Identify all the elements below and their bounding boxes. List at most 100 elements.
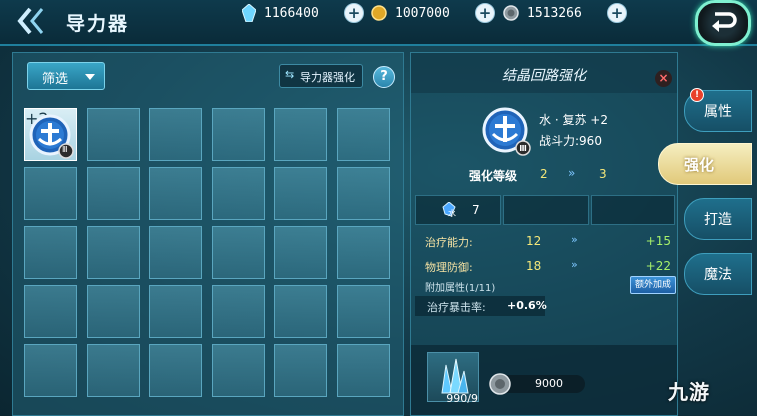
close-button[interactable]: ×	[655, 70, 672, 87]
inventory-slot[interactable]	[337, 108, 390, 161]
inventory-slot[interactable]	[24, 285, 77, 338]
watermark-text: 九游	[668, 380, 710, 404]
inventory-slot[interactable]	[212, 226, 265, 279]
add-silver-button[interactable]: +	[607, 3, 627, 23]
tab-label: 打造	[704, 212, 732, 228]
item-rank-tag: Ⅲ	[62, 145, 68, 154]
anchor-orb-icon	[29, 114, 74, 159]
inventory-slot[interactable]	[149, 285, 202, 338]
crystal-material[interactable]: 990/9	[427, 352, 479, 405]
inventory-slot[interactable]	[274, 167, 327, 220]
crystal-amount: 1166400	[264, 5, 319, 21]
return-button[interactable]	[695, 0, 751, 46]
item-power: 战斗力:960	[539, 134, 602, 148]
stat-label: 治疗能力:	[425, 236, 473, 249]
inventory-slot[interactable]	[337, 167, 390, 220]
inventory-slot[interactable]	[337, 344, 390, 397]
alert-badge: !	[690, 88, 704, 102]
heal-crit-row: 治疗暴击率: +0.6%	[415, 296, 547, 316]
stat-label: 物理防御:	[425, 261, 473, 274]
inventory-slot[interactable]	[149, 226, 202, 279]
silver-amount: 1513266	[527, 5, 582, 21]
add-crystal-button[interactable]: +	[344, 3, 364, 23]
help-button[interactable]: ?	[373, 66, 395, 88]
watermark-logo: 九游	[668, 376, 710, 405]
inventory-slot[interactable]	[24, 226, 77, 279]
cost-area: 990/9 9000	[411, 345, 677, 415]
tab-label: 属性	[704, 104, 732, 120]
double-chevron-icon: »	[568, 166, 576, 180]
filter-dropdown[interactable]: 筛选	[27, 62, 105, 90]
enhance-button[interactable]: ⇆ 导力器强化	[279, 64, 363, 88]
inventory-slot[interactable]	[274, 285, 327, 338]
material-slot-empty[interactable]	[591, 195, 675, 225]
silver-coin-icon	[503, 5, 519, 21]
stat-to: +22	[645, 259, 671, 273]
inventory-slot[interactable]	[149, 344, 202, 397]
inventory-slot[interactable]	[337, 285, 390, 338]
inventory-slot[interactable]	[87, 344, 140, 397]
enhance-panel-title: 结晶回路强化	[502, 68, 586, 84]
caret-down-icon	[85, 74, 95, 80]
heal-crit-value: +0.6%	[507, 299, 547, 312]
inventory-slot[interactable]	[87, 108, 140, 161]
cost-display: 9000	[489, 373, 585, 395]
top-bar: 导力器 1166400 + 1007000 + 1513266 +	[0, 0, 757, 46]
extra-bonus-button[interactable]: 额外加成	[630, 276, 676, 294]
inventory-slot[interactable]	[87, 285, 140, 338]
inventory-slot[interactable]	[212, 108, 265, 161]
enhance-level-label: 强化等级	[469, 169, 518, 183]
crystal-count: 990/9	[446, 392, 478, 405]
back-chevron-icon[interactable]	[16, 6, 56, 36]
enhance-level-row: 强化等级 2 » 3	[411, 164, 677, 190]
cost-value: 9000	[535, 377, 563, 390]
add-gold-button[interactable]: +	[475, 3, 495, 23]
tab-magic[interactable]: 魔法	[684, 253, 752, 295]
crystal-icon	[242, 4, 256, 22]
inventory-slot[interactable]	[337, 226, 390, 279]
tab-forge[interactable]: 打造	[684, 198, 752, 240]
inventory-slot[interactable]	[87, 226, 140, 279]
tab-enhance[interactable]: 强化	[658, 143, 752, 185]
enhance-level-to: 3	[599, 167, 607, 181]
filter-label: 筛选	[42, 72, 69, 87]
material-row: 水 7	[411, 195, 677, 225]
inventory-slot[interactable]	[212, 285, 265, 338]
inventory-slot[interactable]: +2 Ⅲ	[24, 108, 77, 161]
tab-label: 强化	[684, 156, 715, 174]
stat-from: 18	[526, 259, 542, 273]
gold-amount: 1007000	[395, 5, 450, 21]
inventory-slot[interactable]	[149, 108, 202, 161]
enhance-label: 导力器强化	[300, 71, 355, 84]
double-chevron-icon: »	[571, 233, 578, 246]
inventory-panel: 筛选 ⇆ 导力器强化 ? +2 Ⅲ	[12, 52, 404, 416]
resource-gold: 1007000 +	[371, 3, 495, 23]
inventory-slot[interactable]	[24, 344, 77, 397]
inventory-slot[interactable]	[274, 108, 327, 161]
swap-icon: ⇆	[285, 68, 295, 81]
page-title: 导力器	[66, 13, 130, 35]
material-count: 7	[472, 203, 480, 217]
inventory-slot[interactable]	[212, 167, 265, 220]
stat-to: +15	[645, 234, 671, 248]
inventory-slot[interactable]	[87, 167, 140, 220]
material-slot-empty[interactable]	[503, 195, 589, 225]
inventory-slot[interactable]	[274, 344, 327, 397]
material-element: 水	[448, 209, 456, 218]
material-slot[interactable]: 水 7	[415, 195, 501, 225]
extra-attributes-label: 附加属性(1/11)	[425, 283, 496, 294]
stat-row: 治疗能力: 12 » +15	[411, 230, 677, 252]
inventory-slot[interactable]	[212, 344, 265, 397]
enhance-panel: 结晶回路强化 × 水 · 复苏 +2 战斗力:960 强化等级 2 » 3 水 …	[410, 52, 678, 416]
item-name: 水 · 复苏 +2	[539, 113, 608, 127]
tab-attributes[interactable]: 属性 !	[684, 88, 752, 132]
inventory-slot[interactable]	[149, 167, 202, 220]
silver-coin-icon	[489, 373, 511, 395]
stat-row: 物理防御: 18 » +22	[411, 255, 677, 277]
double-chevron-icon: »	[571, 258, 578, 271]
inventory-slot[interactable]	[274, 226, 327, 279]
heal-crit-label: 治疗暴击率:	[427, 301, 486, 314]
inventory-slot[interactable]	[24, 167, 77, 220]
resource-crystal: 1166400 +	[242, 3, 364, 23]
resource-silver: 1513266 +	[503, 3, 627, 23]
